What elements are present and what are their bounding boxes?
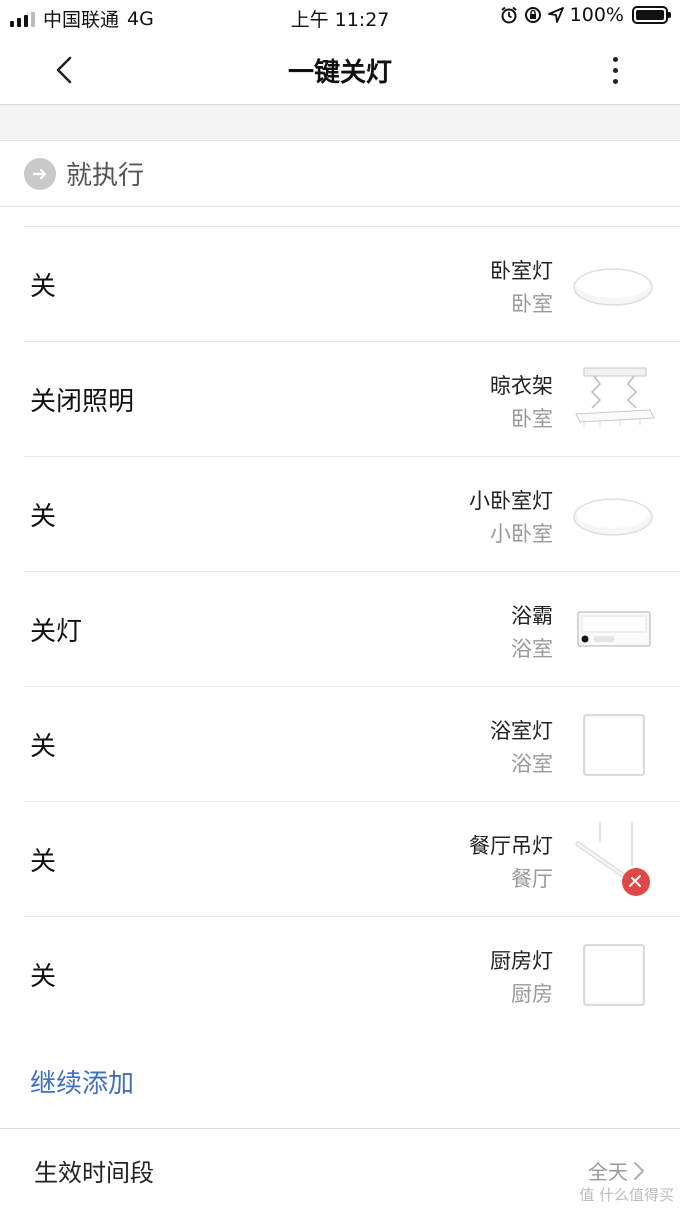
- action-label: 关: [30, 501, 57, 532]
- exec-section-header: 就执行: [0, 141, 680, 207]
- action-label: 关: [30, 731, 57, 762]
- device-info: 餐厅吊灯 餐厅: [469, 830, 553, 896]
- device-name: 卧室灯: [490, 259, 553, 283]
- device-info: 浴霸 浴室: [511, 600, 553, 666]
- action-label: 关闭照明: [30, 386, 135, 417]
- action-label: 关: [30, 962, 57, 992]
- effective-time-value: 全天: [588, 1156, 646, 1185]
- more-dot-icon: [612, 56, 618, 62]
- action-row[interactable]: 关 浴室灯 浴室: [24, 687, 680, 802]
- pendant-light-offline-icon: [570, 822, 656, 898]
- action-label: 关: [30, 846, 57, 877]
- section-gap: [0, 105, 680, 141]
- nav-bar: 一键关灯: [0, 34, 680, 105]
- ceiling-light-square-icon: [570, 707, 656, 783]
- device-name: 晾衣架: [490, 374, 553, 398]
- action-row[interactable]: 关 厨房灯 厨房: [24, 917, 680, 1032]
- device-info: 卧室灯 卧室: [490, 255, 553, 321]
- action-row[interactable]: 关闭照明 晾衣架 卧室: [24, 342, 680, 457]
- battery-icon: [632, 6, 671, 24]
- status-bar: 中国联通 4G 上午 11:27 100%: [0, 0, 680, 34]
- action-label: 关灯: [30, 616, 83, 647]
- arrow-right-circle-icon: [24, 157, 56, 190]
- bath-heater-icon: [570, 592, 656, 668]
- ceiling-light-round-icon: [570, 477, 656, 553]
- exec-section-label: 就执行: [66, 161, 145, 191]
- battery-percent: 100%: [569, 4, 624, 26]
- watermark-text: 值 什么值得买: [579, 1186, 674, 1204]
- effective-time-label: 生效时间段: [34, 1159, 154, 1187]
- device-info: 浴室灯 浴室: [490, 715, 553, 781]
- action-row[interactable]: 关 卧室灯 卧室: [24, 227, 680, 342]
- device-name: 餐厅吊灯: [469, 834, 553, 858]
- alarm-icon: [501, 6, 517, 24]
- status-right: 100%: [500, 4, 671, 26]
- device-name: 浴霸: [511, 604, 553, 628]
- device-name: 厨房灯: [490, 949, 553, 973]
- action-label: 关: [30, 271, 57, 302]
- device-room: 厨房: [511, 982, 553, 1006]
- more-dot-icon: [612, 67, 618, 73]
- device-name: 小卧室灯: [469, 489, 553, 513]
- drying-rack-icon: [570, 362, 656, 438]
- device-room: 餐厅: [511, 867, 553, 891]
- ceiling-light-square-icon: [570, 937, 656, 1013]
- device-room: 浴室: [511, 637, 553, 661]
- chevron-right-icon: [634, 1161, 644, 1180]
- page-title: 一键关灯: [287, 58, 392, 88]
- device-info: 小卧室灯 小卧室: [469, 485, 553, 551]
- effective-time-text: 全天: [588, 1160, 628, 1184]
- device-room: 卧室: [511, 292, 553, 316]
- device-room: 浴室: [511, 752, 553, 776]
- device-room: 小卧室: [490, 522, 553, 546]
- location-icon: [547, 7, 564, 23]
- action-list: 关 卧室灯 卧室 关闭照明 晾衣架 卧室 关 小卧室灯 小卧室 关灯 浴霸 浴室…: [0, 226, 680, 1032]
- device-info: 晾衣架 卧室: [490, 370, 553, 436]
- action-row[interactable]: 关 餐厅吊灯 餐厅: [24, 802, 680, 917]
- action-row[interactable]: 关 小卧室灯 小卧室: [24, 457, 680, 572]
- ceiling-light-round-icon: [570, 247, 656, 323]
- more-options-button[interactable]: [600, 52, 630, 88]
- device-room: 卧室: [511, 407, 553, 431]
- rotation-lock-icon: [524, 7, 541, 23]
- effective-time-row[interactable]: 生效时间段 全天: [0, 1129, 680, 1209]
- device-name: 浴室灯: [490, 719, 553, 743]
- action-row[interactable]: 关灯 浴霸 浴室: [24, 572, 680, 687]
- continue-add-link[interactable]: 继续添加: [30, 1063, 134, 1100]
- device-info: 厨房灯 厨房: [490, 945, 553, 1011]
- more-dot-icon: [612, 78, 618, 84]
- watermark: 值 什么值得买: [579, 1184, 674, 1205]
